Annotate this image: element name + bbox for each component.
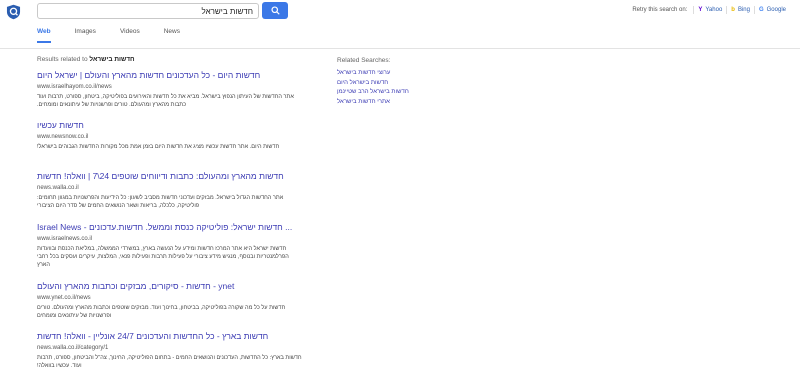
result-title-link[interactable]: חדשות היום - כל העדכונים חדשות מהארץ והע… <box>37 70 302 80</box>
result-title-link[interactable]: חדשות עכשיו <box>37 120 302 130</box>
search-input[interactable] <box>37 3 259 19</box>
results-related-line: Results related to חדשות בישראל <box>37 56 135 63</box>
shield-logo-icon[interactable] <box>6 4 21 20</box>
tab-images[interactable]: Images <box>75 28 96 43</box>
result-url: news.walla.co.il <box>37 185 79 191</box>
retry-bing-button[interactable]: b Bing <box>726 6 754 14</box>
tab-web[interactable]: Web <box>37 28 51 43</box>
related-search-link[interactable]: ערוצי חדשות בישראל <box>337 69 457 79</box>
result-title-link[interactable]: ... חדשות ישראל: פוליטיקה כנסת וממשל. חד… <box>37 222 302 232</box>
related-search-link[interactable]: אתרי חדשות בישראל <box>337 98 457 108</box>
result-url: www.ynet.co.il/news <box>37 295 91 301</box>
tab-news[interactable]: News <box>164 28 180 43</box>
search-result: חדשות מהארץ ומהעולם: כתבות ודיווחים שוטפ… <box>37 171 302 210</box>
search-result: ... חדשות ישראל: פוליטיקה כנסת וממשל. חד… <box>37 222 302 269</box>
result-url: www.israelhayom.co.il/news <box>37 84 112 90</box>
result-snippet: חדשות בארץ: כל החדשות, העדכונים והנושאים… <box>37 355 302 369</box>
results-related-prefix: Results related to <box>37 56 88 63</box>
related-searches-panel: Related Searches: ערוצי חדשות בישראל חדש… <box>337 57 457 107</box>
search-button[interactable] <box>262 2 288 19</box>
retry-bing-label: Bing <box>737 7 750 13</box>
results-related-query: חדשות בישראל <box>89 56 135 63</box>
search-result: חדשות בארץ - כל החדשות והעדכונים 24/7 או… <box>37 331 302 370</box>
result-title-link[interactable]: חדשות בארץ - כל החדשות והעדכונים 24/7 או… <box>37 331 302 341</box>
result-snippet: חדשות על כל מה שקורה בפוליטיקה, בביטחון,… <box>37 305 286 319</box>
result-url: www.israelnews.co.il <box>37 236 93 242</box>
result-snippet: אתר החדשות של העיתון הנפוץ בישראל. מביא … <box>37 94 294 108</box>
related-search-link[interactable]: חדשות בישראל הרב שטיינמן <box>337 88 457 98</box>
header-bar: Retry this search on: Y Yahoo b Bing G G… <box>0 0 800 49</box>
result-url: news.walla.co.il/category/1 <box>37 345 109 351</box>
result-snippet: חדשות ישראל היא אתר המרכז חדשות ומידע על… <box>37 246 289 268</box>
bing-icon: b <box>731 7 735 13</box>
search-icon <box>270 6 280 15</box>
result-snippet: אתר החדשות הגדול בישראל. מבזקים ועדכוני … <box>37 195 284 209</box>
retry-google-button[interactable]: G Google <box>753 6 790 14</box>
tab-videos[interactable]: Videos <box>120 28 140 43</box>
search-result: חדשות היום - כל העדכונים חדשות מהארץ והע… <box>37 70 302 109</box>
retry-label: Retry this search on: <box>632 7 688 13</box>
retry-search-bar: Retry this search on: Y Yahoo b Bing G G… <box>632 6 790 14</box>
search-tabs: Web Images Videos News <box>37 28 204 43</box>
result-snippet: חדשות היום. אתר חדשות עכשיו מציג את חדשו… <box>37 144 280 150</box>
search-result: ynet - חדשות - סיקורים, מבזקים וכתבות מה… <box>37 281 302 320</box>
related-searches-heading: Related Searches: <box>337 57 391 64</box>
retry-yahoo-button[interactable]: Y Yahoo <box>693 6 726 14</box>
result-url: www.newsnow.co.il <box>37 134 89 140</box>
result-title-link[interactable]: ynet - חדשות - סיקורים, מבזקים וכתבות מה… <box>37 281 302 291</box>
retry-yahoo-label: Yahoo <box>705 7 723 13</box>
related-search-link[interactable]: חדשות בישראל היום <box>337 79 457 89</box>
search-result: חדשות עכשיו www.newsnow.co.il חדשות היום… <box>37 120 302 151</box>
retry-google-label: Google <box>766 7 786 13</box>
yahoo-icon: Y <box>698 7 703 13</box>
result-title-link[interactable]: חדשות מהארץ ומהעולם: כתבות ודיווחים שוטפ… <box>37 171 302 181</box>
google-icon: G <box>758 7 764 13</box>
